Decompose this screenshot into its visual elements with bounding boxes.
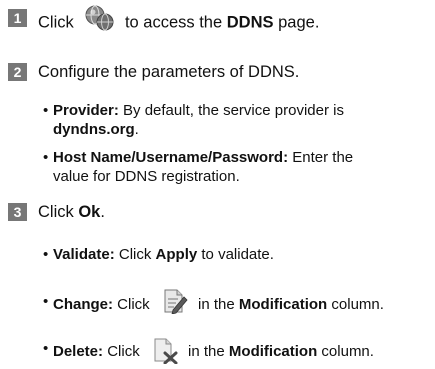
step-2-text: Configure the parameters of DDNS. xyxy=(38,63,300,81)
step-number: 1 xyxy=(8,9,27,27)
step-3-text: Click Ok. xyxy=(38,203,105,221)
delete-document-icon xyxy=(150,338,178,365)
step-1-text: Click to access the DDNS page. xyxy=(38,5,319,38)
step-number: 2 xyxy=(8,63,27,81)
edit-document-icon xyxy=(160,288,188,315)
globe-network-icon xyxy=(82,3,116,33)
step-number: 3 xyxy=(8,203,27,221)
